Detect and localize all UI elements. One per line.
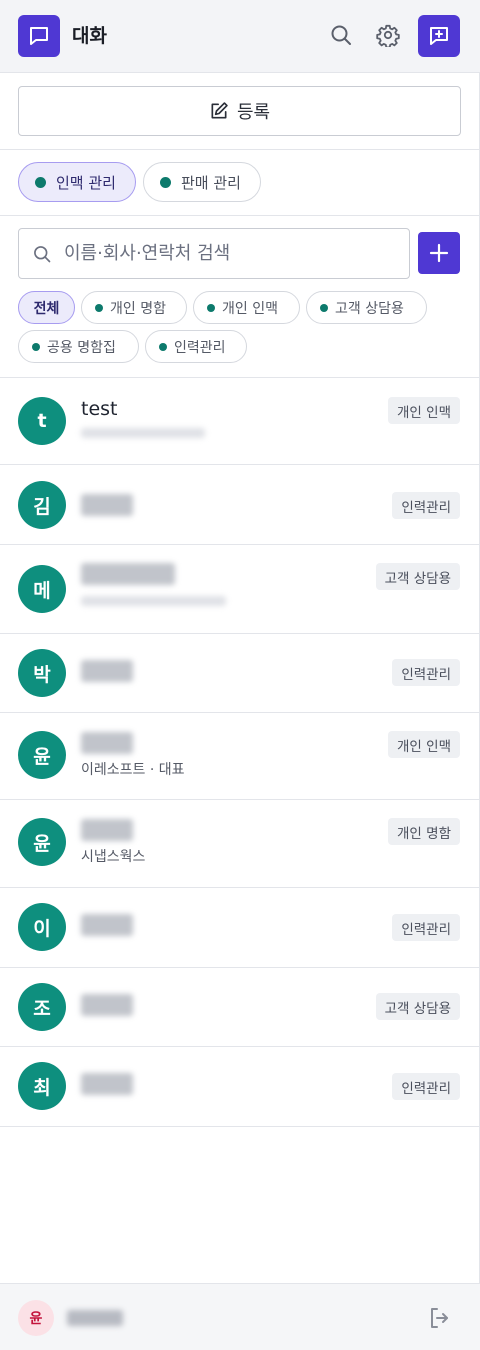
tab-sales[interactable]: 판매 관리 (143, 162, 261, 202)
contact-subtitle: 시냅스웍스 (81, 849, 146, 865)
redacted-name (81, 660, 133, 682)
contact-row[interactable]: 조 고객 상담용 (0, 968, 480, 1047)
register-button[interactable]: 등록 (18, 86, 461, 136)
search-icon (34, 245, 51, 262)
dot-icon (160, 176, 171, 188)
tab-label: 판매 관리 (181, 173, 241, 192)
avatar: 윤 (18, 731, 66, 779)
filter-label: 개인 명함 (110, 300, 166, 317)
logout-icon[interactable] (427, 1305, 453, 1331)
filter-label: 전체 (33, 300, 60, 317)
filter-label: 공용 명함집 (47, 339, 116, 356)
contact-row[interactable]: 박 인력관리 (0, 634, 480, 713)
filter-label: 고객 상담용 (335, 300, 404, 317)
filter-customer[interactable]: 고객 상담용 (306, 291, 427, 324)
contact-tag: 인력관리 (392, 1073, 460, 1100)
new-chat-button[interactable] (418, 15, 460, 57)
edit-icon (211, 102, 228, 119)
tab-label: 인맥 관리 (56, 173, 116, 192)
contact-row[interactable]: 윤 이레소프트 · 대표 개인 인맥 (0, 713, 480, 800)
search-icon[interactable] (328, 22, 354, 48)
filter-shared-cards[interactable]: 공용 명함집 (18, 330, 139, 363)
redacted-name (81, 994, 133, 1016)
redacted-user-name (67, 1310, 123, 1326)
contact-row[interactable]: 이 인력관리 (0, 888, 480, 968)
filter-all[interactable]: 전체 (18, 291, 75, 324)
contact-tag: 인력관리 (392, 659, 460, 686)
contact-row[interactable]: 최 인력관리 (0, 1047, 480, 1127)
redacted-name (81, 1073, 133, 1095)
search-box (18, 228, 410, 279)
gear-icon[interactable] (375, 22, 401, 48)
contact-tag: 개인 명함 (388, 818, 460, 845)
filter-label: 인력관리 (174, 339, 226, 356)
avatar: 메 (18, 565, 66, 613)
avatar: 이 (18, 903, 66, 951)
filter-personal-card[interactable]: 개인 명함 (81, 291, 187, 324)
user-avatar[interactable]: 윤 (18, 1300, 54, 1336)
redacted-detail (81, 428, 205, 438)
contact-row[interactable]: t test 개인 인맥 (0, 378, 480, 465)
avatar: t (18, 397, 66, 445)
avatar: 조 (18, 983, 66, 1031)
category-tabs: 인맥 관리 판매 관리 (0, 150, 480, 216)
footer: 윤 (0, 1283, 480, 1350)
add-contact-button[interactable] (418, 232, 460, 274)
search-input[interactable] (64, 243, 384, 264)
filter-personal-network[interactable]: 개인 인맥 (193, 291, 300, 324)
redacted-name (81, 563, 175, 585)
contact-row[interactable]: 김 인력관리 (0, 465, 480, 545)
avatar: 김 (18, 481, 66, 529)
contact-tag: 고객 상담용 (375, 563, 460, 590)
chat-logo-icon (18, 15, 60, 57)
redacted-name (81, 914, 133, 936)
dot-icon (35, 176, 46, 188)
header: 대화 (0, 0, 480, 73)
avatar: 최 (18, 1062, 66, 1110)
plus-icon (429, 243, 449, 263)
filter-section: 전체 개인 명함 개인 인맥 고객 상담용 공용 명함집 인력관리 (0, 216, 480, 378)
contact-tag: 개인 인맥 (388, 731, 460, 758)
contact-subtitle: 이레소프트 · 대표 (81, 762, 185, 778)
app-frame: 대화 등록 인맥 관리 판매 관리 이름·회사·연락처 검색 전체 개인 명함 … (0, 0, 480, 1350)
register-label: 등록 (236, 102, 271, 123)
filter-label: 개인 인맥 (222, 300, 278, 317)
contact-tag: 개인 인맥 (388, 397, 460, 424)
tab-network[interactable]: 인맥 관리 (18, 162, 136, 202)
avatar: 박 (18, 649, 66, 697)
contact-name: test (81, 398, 118, 420)
contact-row[interactable]: 윤 시냅스웍스 개인 명함 (0, 800, 480, 888)
redacted-name (81, 732, 133, 754)
contact-row[interactable]: 메 고객 상담용 (0, 545, 480, 634)
contact-tag: 인력관리 (392, 914, 460, 941)
dot-icon (32, 342, 40, 351)
filter-staffing[interactable]: 인력관리 (145, 330, 247, 363)
contact-tag: 고객 상담용 (375, 993, 460, 1020)
dot-icon (320, 303, 328, 312)
redacted-detail (81, 596, 226, 606)
contact-tag: 인력관리 (392, 492, 460, 519)
redacted-name (81, 494, 133, 516)
dot-icon (207, 303, 215, 312)
dot-icon (95, 303, 103, 312)
page-title: 대화 (72, 25, 107, 47)
redacted-name (81, 819, 133, 841)
dot-icon (159, 342, 167, 351)
register-section: 등록 (0, 73, 480, 150)
avatar: 윤 (18, 818, 66, 866)
